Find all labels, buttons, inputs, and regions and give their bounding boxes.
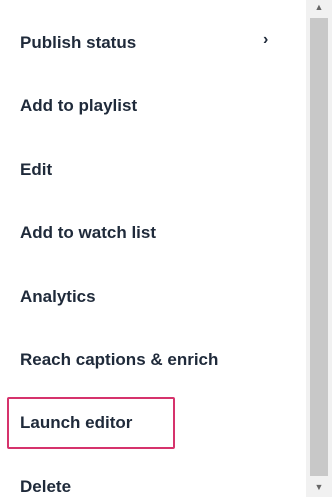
scroll-down-arrow-icon[interactable]: ▼ [306,480,332,494]
menu-item-reach-captions-enrich[interactable]: Reach captions & enrich [20,350,218,370]
menu-item-publish-status[interactable]: Publish status [20,33,136,53]
context-menu: Publish status › Add to playlist Edit Ad… [0,0,306,497]
menu-item-label: Reach captions & enrich [20,350,219,369]
menu-item-launch-editor[interactable]: Launch editor [20,413,132,433]
menu-item-label: Add to playlist [20,96,138,115]
menu-item-analytics[interactable]: Analytics [20,287,96,307]
menu-item-label: Publish status [20,33,137,52]
scrollbar-thumb[interactable] [310,18,328,476]
menu-item-label: Add to watch list [20,223,156,242]
menu-item-edit[interactable]: Edit [20,160,52,180]
menu-item-add-to-watch-list[interactable]: Add to watch list [20,223,156,243]
menu-item-delete[interactable]: Delete [20,477,71,497]
menu-item-label: Analytics [20,287,96,306]
menu-item-label: Launch editor [20,413,133,432]
menu-item-label: Delete [20,477,72,496]
menu-item-label: Edit [20,160,53,179]
chevron-right-icon: › [263,31,269,48]
vertical-scrollbar[interactable]: ▲ ▼ [306,0,332,497]
scroll-up-arrow-icon[interactable]: ▲ [306,0,332,14]
menu-item-add-to-playlist[interactable]: Add to playlist [20,96,137,116]
